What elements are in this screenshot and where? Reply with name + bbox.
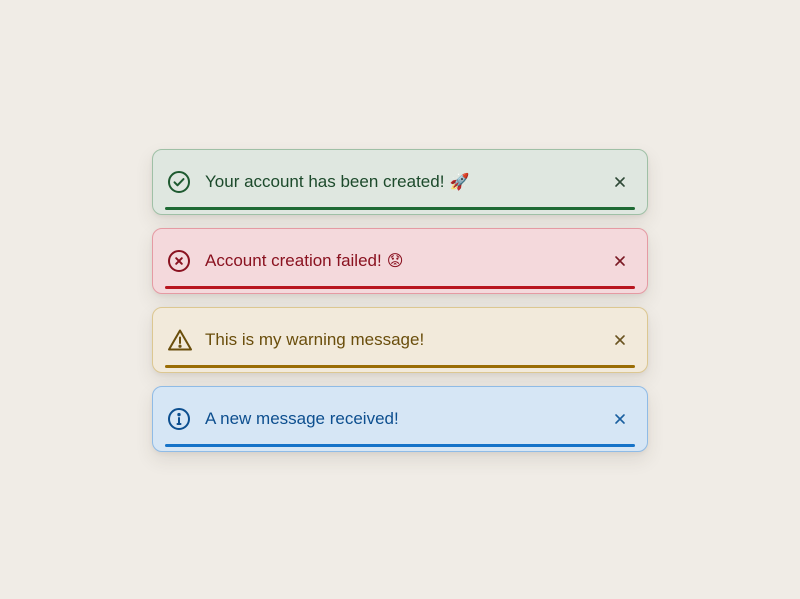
toast-stack: Your account has been created! 🚀 Account …: [152, 149, 648, 465]
toast-info: A new message received!: [152, 386, 648, 452]
check-circle-icon: [167, 170, 191, 194]
toast-success: Your account has been created! 🚀: [152, 149, 648, 215]
toast-progress-bar: [165, 207, 635, 210]
toast-progress-bar: [165, 365, 635, 368]
toast-message: A new message received!: [205, 408, 399, 430]
toast-message: Account creation failed! 😟: [205, 250, 403, 272]
toast-progress-bar: [165, 444, 635, 447]
close-button[interactable]: [611, 252, 629, 270]
rocket-emoji: 🚀: [449, 172, 470, 191]
close-button[interactable]: [611, 173, 629, 191]
toast-message-text: A new message received!: [205, 409, 399, 428]
toast-message-text: This is my warning message!: [205, 330, 425, 349]
toast-message: This is my warning message!: [205, 329, 424, 351]
toast-message: Your account has been created! 🚀: [205, 171, 469, 193]
worried-face-emoji: 😟: [386, 251, 404, 270]
toast-error: Account creation failed! 😟: [152, 228, 648, 294]
toast-warning: This is my warning message!: [152, 307, 648, 373]
info-circle-icon: [167, 407, 191, 431]
x-circle-icon: [167, 249, 191, 273]
toast-progress-bar: [165, 286, 635, 289]
close-button[interactable]: [611, 410, 629, 428]
toast-message-text: Account creation failed!: [205, 251, 382, 270]
close-button[interactable]: [611, 331, 629, 349]
warning-triangle-icon: [167, 328, 192, 352]
toast-message-text: Your account has been created!: [205, 172, 445, 191]
